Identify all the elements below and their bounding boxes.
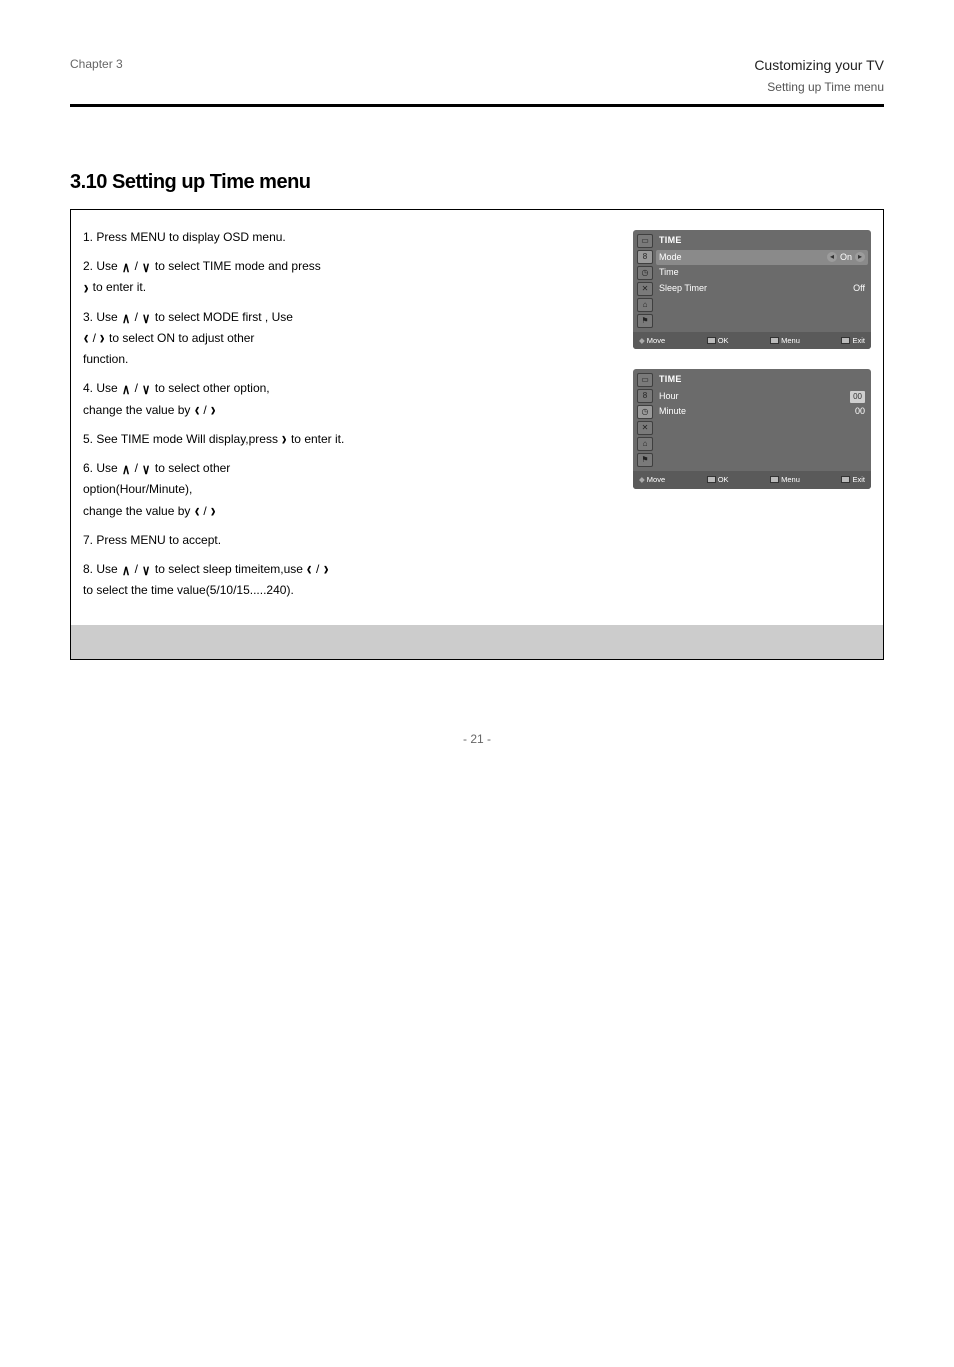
- chevron-down-icon: [142, 382, 150, 396]
- osd-row-time: Time: [659, 265, 865, 281]
- chevron-right-icon: [211, 502, 216, 521]
- chevron-down-icon: [142, 563, 150, 577]
- step-2: 2. Use / to select TIME mode and press t…: [83, 257, 623, 298]
- osd-footer: Move OK Menu Exit: [633, 332, 871, 349]
- clock-icon: ◷: [637, 266, 653, 280]
- chevron-right-icon: [323, 560, 328, 579]
- chevron-left-icon: [307, 560, 312, 579]
- chevron-right-icon: [282, 430, 287, 449]
- chevron-left-icon: [84, 329, 89, 348]
- osd-row-mode: Mode ◂ On ▸: [656, 250, 868, 266]
- picture-icon: ▭: [637, 234, 653, 248]
- step-8: 8. Use / to select sleep timeitem,use / …: [83, 560, 623, 601]
- arrow-left-icon: ◂: [827, 252, 837, 262]
- picture-icon: ▭: [637, 373, 653, 387]
- header-subtitle: Setting up Time menu: [754, 78, 884, 96]
- chevron-down-icon: [142, 260, 150, 274]
- section-title: 3.10 Setting up Time menu: [70, 167, 884, 197]
- flag-icon: ⚑: [637, 314, 653, 328]
- step-6: 6. Use / to select other option(Hour/Min…: [83, 459, 623, 521]
- osd-row-minute: Minute 00: [659, 404, 865, 420]
- clock-icon: ◷: [637, 405, 653, 419]
- chevron-right-icon: [211, 401, 216, 420]
- osd-title: TIME: [659, 373, 865, 387]
- grey-bar: [71, 625, 883, 659]
- page-header: Chapter 3 Customizing your TV Setting up…: [70, 0, 884, 107]
- chapter-label: Chapter 3: [70, 55, 123, 73]
- flag-icon: ⚑: [637, 453, 653, 467]
- tools-icon: ✕: [637, 421, 653, 435]
- chevron-left-icon: [194, 401, 199, 420]
- steps-list: 1. Press MENU to display OSD menu. 2. Us…: [83, 228, 623, 611]
- chevron-up-icon: [122, 311, 130, 325]
- chevron-up-icon: [122, 260, 130, 274]
- channel-icon: 8: [637, 250, 653, 264]
- step-3: 3. Use / to select MODE first , Use / to…: [83, 308, 623, 370]
- step-4: 4. Use / to select other option, change …: [83, 379, 623, 420]
- step-5: 5. See TIME mode Will display,press to e…: [83, 430, 623, 449]
- chevron-left-icon: [194, 502, 199, 521]
- lock-icon: ⌂: [637, 298, 653, 312]
- chevron-right-icon: [100, 329, 105, 348]
- chevron-up-icon: [122, 382, 130, 396]
- osd-icon-list: ▭ 8 ◷ ✕ ⌂ ⚑: [637, 373, 655, 467]
- chevron-up-icon: [122, 462, 130, 476]
- header-title: Customizing your TV: [754, 55, 884, 76]
- step-7: 7. Press MENU to accept.: [83, 531, 623, 550]
- osd-menu-1: ▭ 8 ◷ ✕ ⌂ ⚑ TIME Mode ◂: [633, 230, 871, 349]
- osd-row-sleep: Sleep Timer Off: [659, 281, 865, 297]
- chevron-right-icon: [84, 279, 89, 298]
- osd-icon-list: ▭ 8 ◷ ✕ ⌂ ⚑: [637, 234, 655, 328]
- chevron-down-icon: [142, 462, 150, 476]
- arrow-right-icon: ▸: [855, 252, 865, 262]
- osd-menu-2: ▭ 8 ◷ ✕ ⌂ ⚑ TIME Hour 00: [633, 369, 871, 488]
- osd-title: TIME: [659, 234, 865, 248]
- lock-icon: ⌂: [637, 437, 653, 451]
- step-1: 1. Press MENU to display OSD menu.: [83, 228, 623, 247]
- osd-row-hour: Hour 00: [659, 389, 865, 405]
- osd-footer: Move OK Menu Exit: [633, 471, 871, 488]
- page-number: - 21 -: [70, 730, 884, 748]
- channel-icon: 8: [637, 389, 653, 403]
- chevron-down-icon: [142, 311, 150, 325]
- instruction-box: 1. Press MENU to display OSD menu. 2. Us…: [70, 209, 884, 660]
- chevron-up-icon: [122, 563, 130, 577]
- tools-icon: ✕: [637, 282, 653, 296]
